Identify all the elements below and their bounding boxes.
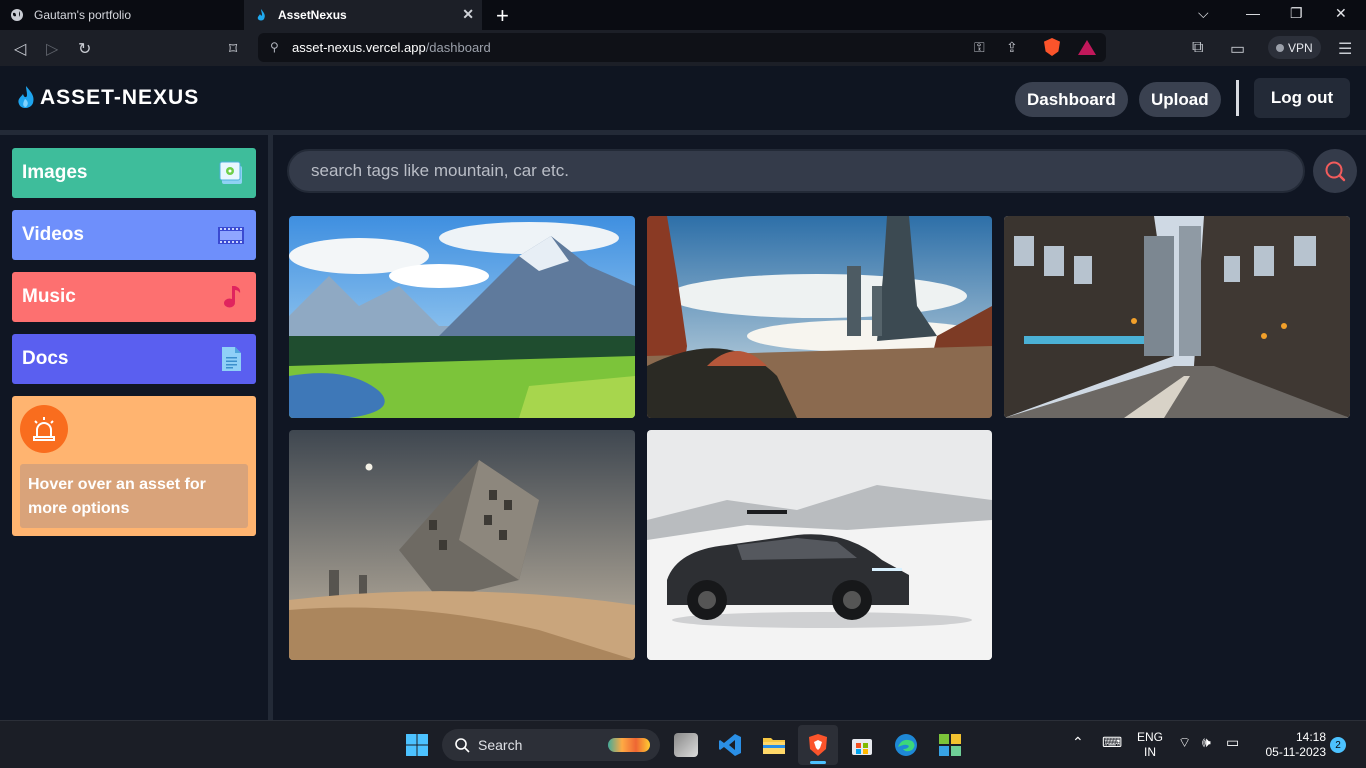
clock-date: 05-11-2023 [1265,745,1327,759]
app-icon[interactable] [938,733,962,757]
browser-tab-bar: Gautam's portfolio AssetNexus ✕ + ⌵ — ❐ … [0,0,1366,30]
vpn-status-dot [1276,43,1284,52]
search-input[interactable]: search tags like mountain, car etc. [287,149,1305,193]
document-icon [222,347,241,371]
close-tab-icon[interactable]: ✕ [462,6,474,23]
hover-tip-text: Hover over an asset for more options [20,464,248,528]
tab-portfolio[interactable]: Gautam's portfolio [0,0,242,30]
gallery-item-snow-suv[interactable] [647,430,992,660]
tab-title: AssetNexus [278,8,347,22]
brave-rewards-icon[interactable] [1078,40,1096,55]
minimize-icon[interactable]: — [1246,5,1260,21]
sidebar-item-docs[interactable]: Docs [12,334,256,384]
brave-icon [809,734,827,756]
notification-badge[interactable]: 2 [1330,737,1346,753]
flame-icon [257,9,265,21]
close-window-icon[interactable]: ✕ [1335,5,1347,22]
brave-taskbar-item[interactable] [798,725,838,765]
tab-assetnexus[interactable]: AssetNexus ✕ [244,0,482,30]
tab-list-chevron-icon[interactable]: ⌵ [1198,5,1209,22]
sidebar-item-music[interactable]: Music [12,272,256,322]
gallery-item-city-street[interactable] [1004,216,1350,418]
sidebar-item-videos[interactable]: Videos [12,210,256,260]
main-content: search tags like mountain, car etc. [273,135,1366,720]
music-note-icon [224,286,241,308]
search-button[interactable] [1313,149,1357,193]
maximize-icon[interactable]: ❐ [1290,5,1303,22]
extensions-icon[interactable]: ⧉ [1192,39,1203,57]
bookmark-icon[interactable]: ⌑ [229,39,237,59]
task-view-icon[interactable] [674,733,698,757]
app-header: ASSET-NEXUS Dashboard Upload Log out [0,66,1366,130]
keyboard-icon[interactable]: ⌨ [1102,735,1122,750]
sidebar-item-label: Docs [22,348,69,369]
menu-icon[interactable]: ☰ [1338,39,1352,59]
wallet-icon[interactable]: ▭ [1230,39,1245,59]
volume-icon[interactable]: 🕪 [1202,735,1211,750]
flame-logo-icon [18,86,34,109]
battery-icon[interactable]: ▭ [1226,735,1239,750]
globe-icon [11,9,23,21]
vscode-icon[interactable] [718,733,742,757]
sidebar-item-images[interactable]: Images [12,148,256,198]
alarm-icon [20,405,68,453]
image-icon [219,161,242,184]
brave-shield-icon[interactable] [1044,38,1060,56]
active-indicator [810,761,826,764]
film-icon [218,227,244,244]
sidebar-item-label: Music [22,286,76,307]
show-hidden-icons-icon[interactable]: ⌃ [1072,735,1084,750]
header-divider [1236,80,1239,116]
gallery-item-desert-towers[interactable] [647,216,992,418]
language-indicator[interactable]: ENG IN [1134,730,1166,760]
region-code: IN [1144,745,1156,759]
gallery-item-tilted-building[interactable] [289,430,635,660]
language-code: ENG [1136,730,1163,744]
vpn-button[interactable]: VPN [1268,36,1321,59]
hover-tip-card: Hover over an asset for more options [12,396,256,536]
search-icon [1325,161,1346,182]
gallery-item-mountain-valley[interactable] [289,216,635,418]
clock-time: 14:18 [1295,730,1326,744]
dashboard-button[interactable]: Dashboard [1015,82,1128,117]
reload-icon[interactable]: ↻ [78,39,91,59]
wifi-icon[interactable]: ⌔ [1178,735,1191,750]
url-text: asset-nexus.vercel.app/dashboard [292,40,491,55]
taskbar-search-label: Search [478,737,523,753]
clock[interactable]: 14:18 05-11-2023 [1256,730,1327,760]
sidebar-item-label: Images [22,162,88,183]
file-explorer-icon[interactable] [762,733,786,757]
forward-icon[interactable]: ▷ [46,39,58,59]
sidebar-item-label: Videos [22,224,84,245]
taskbar-search[interactable]: Search [442,729,660,761]
tab-title: Gautam's portfolio [34,8,132,22]
logo[interactable]: ASSET-NEXUS [16,85,199,111]
logo-text: ASSET-NEXUS [40,86,200,109]
search-highlight-icon [608,738,650,752]
vpn-label: VPN [1288,40,1313,55]
browser-toolbar: ◁ ▷ ↻ ⌑ ⚲ asset-nexus.vercel.app/dashboa… [0,30,1366,66]
key-icon[interactable]: ⚿ [974,39,985,56]
edge-icon[interactable] [894,733,918,757]
site-info-icon[interactable]: ⚲ [270,40,279,54]
windows-taskbar: Search ⌃ ⌨ ENG IN ⌔ 🕪 ▭ 14:18 05-11-2023… [0,720,1366,768]
logout-button[interactable]: Log out [1254,78,1350,118]
new-tab-icon[interactable]: + [496,3,509,29]
upload-button[interactable]: Upload [1139,82,1221,117]
sidebar: Images Videos Music Docs Hover over an a… [0,135,268,720]
search-icon [455,738,470,753]
share-icon[interactable]: ⇪ [1006,39,1018,56]
back-icon[interactable]: ◁ [14,39,26,59]
windows-start-icon[interactable] [405,733,429,757]
address-bar[interactable]: ⚲ asset-nexus.vercel.app/dashboard ⚿ ⇪ [258,33,1106,62]
microsoft-store-icon[interactable] [850,733,874,757]
